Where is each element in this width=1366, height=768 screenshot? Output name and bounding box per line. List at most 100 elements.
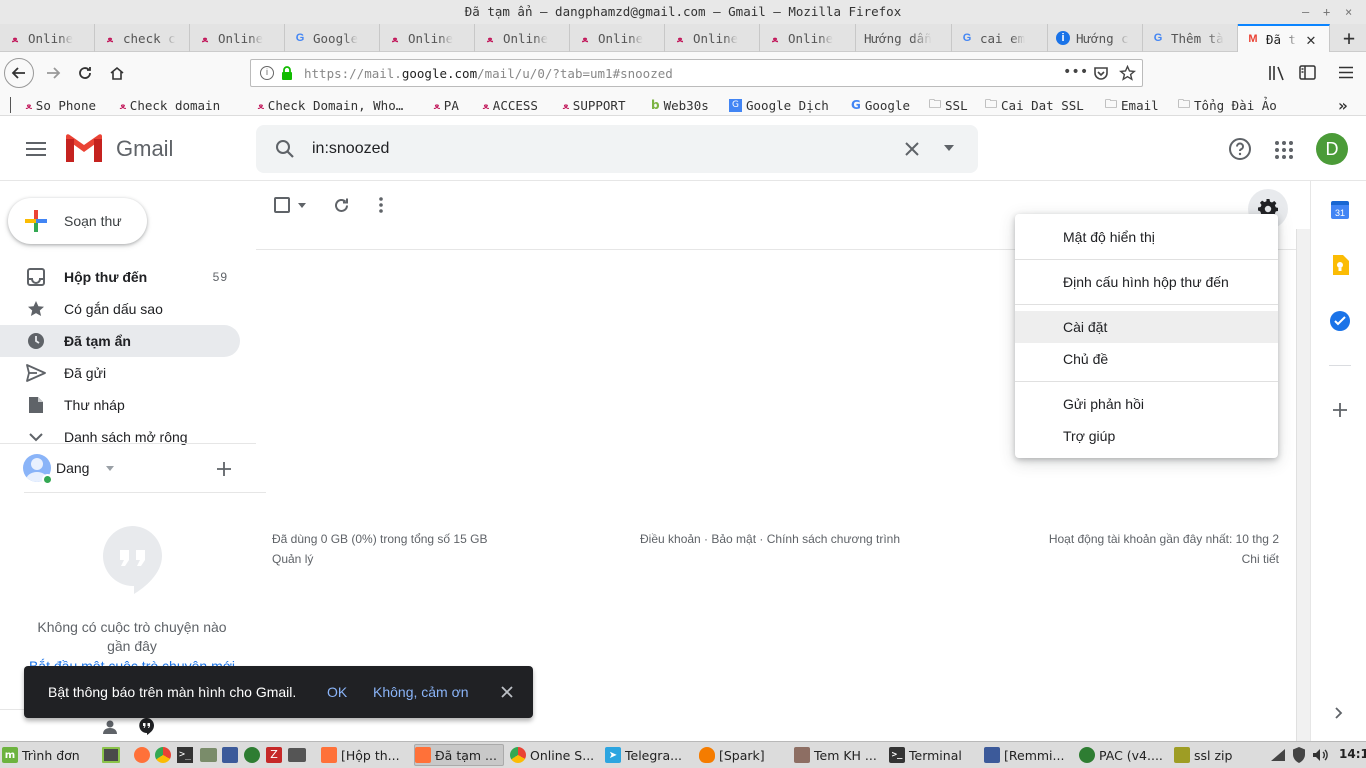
forward-button[interactable] [38, 58, 68, 88]
sidebar-item-snoozed[interactable]: Đã tạm ẩn [0, 325, 240, 357]
sidebar-item-starred[interactable]: Có gắn dấu sao [0, 293, 240, 325]
browser-tab[interactable]: ﻌ Online [190, 24, 285, 52]
sidebar-item-sent[interactable]: Đã gửi [0, 357, 240, 389]
bookmark-item[interactable]: ﻌ Check domain [120, 96, 220, 114]
tasks-icon[interactable] [1330, 311, 1350, 331]
taskbar-window[interactable]: ➤ Telegra... [605, 744, 695, 766]
back-button[interactable] [4, 58, 34, 88]
menu-item-configure-inbox[interactable]: Định cấu hình hộp thư đến [1015, 266, 1278, 298]
refresh-icon[interactable] [333, 197, 350, 214]
search-icon[interactable] [275, 139, 295, 159]
new-tab-button[interactable]: + [1332, 24, 1366, 52]
bookmark-folder[interactable]: 🗀 Tổng Đài Ảo [1178, 96, 1277, 114]
remmina-launcher-icon[interactable] [222, 747, 238, 763]
taskbar-window[interactable]: >_ Terminal [889, 744, 979, 766]
taskbar-window[interactable]: Tem KH ... [794, 744, 884, 766]
browser-tab[interactable]: G cai em [952, 24, 1048, 52]
gmail-logo-icon[interactable] [65, 134, 103, 163]
bookmark-item[interactable]: G Google [851, 96, 910, 114]
bookmark-item[interactable]: ﻌ Check Domain, Who… [258, 96, 403, 114]
bookmark-item[interactable]: b Web30s [651, 96, 709, 114]
menu-item-help[interactable]: Trợ giúp [1015, 420, 1278, 452]
menu-item-settings[interactable]: Cài đặt [1015, 311, 1278, 343]
pocket-icon[interactable] [1093, 66, 1109, 81]
menu-item-display-density[interactable]: Mật độ hiển thị [1015, 221, 1278, 253]
snackbar-ok-button[interactable]: OK [327, 684, 347, 700]
apps-grid-icon[interactable] [1275, 141, 1293, 159]
sidebar-toggle-icon[interactable] [1299, 65, 1316, 80]
bookmark-folder[interactable]: 🗀 Cai Dat SSL [985, 96, 1084, 114]
hamburger-menu-icon[interactable] [1339, 66, 1353, 79]
sidebar-item-inbox[interactable]: Hộp thư đến 59 [0, 261, 240, 293]
browser-tab[interactable]: G Google [285, 24, 380, 52]
bookmark-folder[interactable]: 🗀 SSL [929, 96, 968, 114]
hangouts-chat-icon[interactable] [139, 718, 154, 735]
menu-item-send-feedback[interactable]: Gửi phản hồi [1015, 388, 1278, 420]
calendar-icon[interactable]: 31 [1331, 201, 1349, 219]
browser-tab[interactable]: ﻌ Online [760, 24, 856, 52]
maximize-button[interactable]: + [1323, 0, 1330, 24]
browser-tab[interactable]: G Thêm tà [1143, 24, 1238, 52]
browser-tab-active[interactable]: M Đã t ✕ [1238, 24, 1330, 52]
bookmark-item[interactable]: ﻌ SUPPORT [563, 96, 625, 114]
taskbar-window[interactable]: Online S... [510, 744, 600, 766]
sidebar-item-drafts[interactable]: Thư nháp [0, 389, 240, 421]
chevron-right-icon[interactable] [1335, 707, 1343, 719]
more-options-icon[interactable] [379, 197, 383, 213]
taskbar-window[interactable]: [Spark] [699, 744, 789, 766]
chrome-launcher-icon[interactable] [155, 747, 171, 763]
show-desktop-icon[interactable] [102, 747, 120, 763]
taskbar-window-active[interactable]: Đã tạm ... [414, 744, 504, 766]
keep-icon[interactable] [1331, 255, 1349, 275]
terminal-launcher-icon[interactable]: >_ [177, 747, 193, 763]
browser-tab[interactable]: ﻌ Online [0, 24, 95, 52]
start-menu-button[interactable]: m Trình đơn [2, 744, 80, 766]
minimize-button[interactable]: – [1302, 0, 1309, 24]
select-all-checkbox[interactable] [274, 197, 290, 213]
reload-button[interactable] [70, 58, 100, 88]
compose-button[interactable]: Soạn thư [8, 198, 147, 244]
home-button[interactable] [102, 58, 132, 88]
activity-details-link[interactable]: Chi tiết [1242, 552, 1279, 566]
bookmarks-overflow-chevron-icon[interactable]: » [1338, 96, 1348, 115]
browser-tab[interactable]: Hướng dẫn [856, 24, 952, 52]
hangouts-user-name[interactable]: Dang [56, 460, 89, 476]
bookmark-item[interactable]: ﻌ So Phone [26, 96, 96, 114]
main-scrollbar[interactable] [1296, 229, 1310, 741]
close-icon[interactable] [501, 686, 513, 698]
volume-tray-icon[interactable] [1312, 748, 1328, 762]
search-box[interactable] [256, 125, 978, 173]
contacts-person-icon[interactable] [103, 720, 117, 734]
bookmark-item[interactable]: G Google Dịch [729, 96, 829, 114]
url-bar[interactable]: i https://mail.google.com/mail/u/0/?tab=… [250, 59, 1143, 87]
browser-tab[interactable]: ﻌ Online [475, 24, 570, 52]
taskbar-window[interactable]: [Hộp th... [321, 744, 411, 766]
close-window-button[interactable]: × [1345, 0, 1352, 24]
help-icon[interactable] [1228, 137, 1252, 161]
files-launcher-icon[interactable] [200, 748, 217, 762]
taskbar-window[interactable]: [Remmi... [984, 744, 1074, 766]
shield-tray-icon[interactable] [1292, 747, 1306, 763]
manage-storage-link[interactable]: Quản lý [272, 552, 313, 566]
screenshot-launcher-icon[interactable] [288, 748, 306, 762]
search-input[interactable] [312, 137, 872, 161]
snackbar-dismiss-button[interactable]: Không, cảm ơn [373, 684, 469, 700]
new-conversation-plus-icon[interactable] [217, 462, 231, 476]
network-launcher-icon[interactable] [244, 747, 260, 763]
browser-tab[interactable]: i Hướng c [1048, 24, 1143, 52]
bookmark-item[interactable]: ﻌ PA [434, 96, 459, 114]
get-addons-plus-icon[interactable] [1333, 403, 1347, 417]
network-tray-icon[interactable] [1270, 748, 1286, 762]
footer-policy-links[interactable]: Điều khoản · Bảo mật · Chính sách chương… [640, 532, 900, 546]
filezilla-launcher-icon[interactable]: Z [266, 747, 282, 763]
browser-tab[interactable]: ﻌ Online [380, 24, 475, 52]
search-options-dropdown-icon[interactable] [944, 145, 954, 151]
bookmark-star-icon[interactable] [1119, 65, 1136, 81]
browser-tab[interactable]: ﻌ Online [570, 24, 665, 52]
page-actions-icon[interactable]: ••• [1063, 64, 1088, 80]
library-icon[interactable] [1268, 65, 1286, 81]
browser-tab[interactable]: ﻌ check c [95, 24, 190, 52]
menu-item-themes[interactable]: Chủ đề [1015, 343, 1278, 375]
taskbar-window[interactable]: PAC (v4.... [1079, 744, 1169, 766]
sidebar-item-more[interactable]: Danh sách mở rộng [0, 421, 240, 453]
